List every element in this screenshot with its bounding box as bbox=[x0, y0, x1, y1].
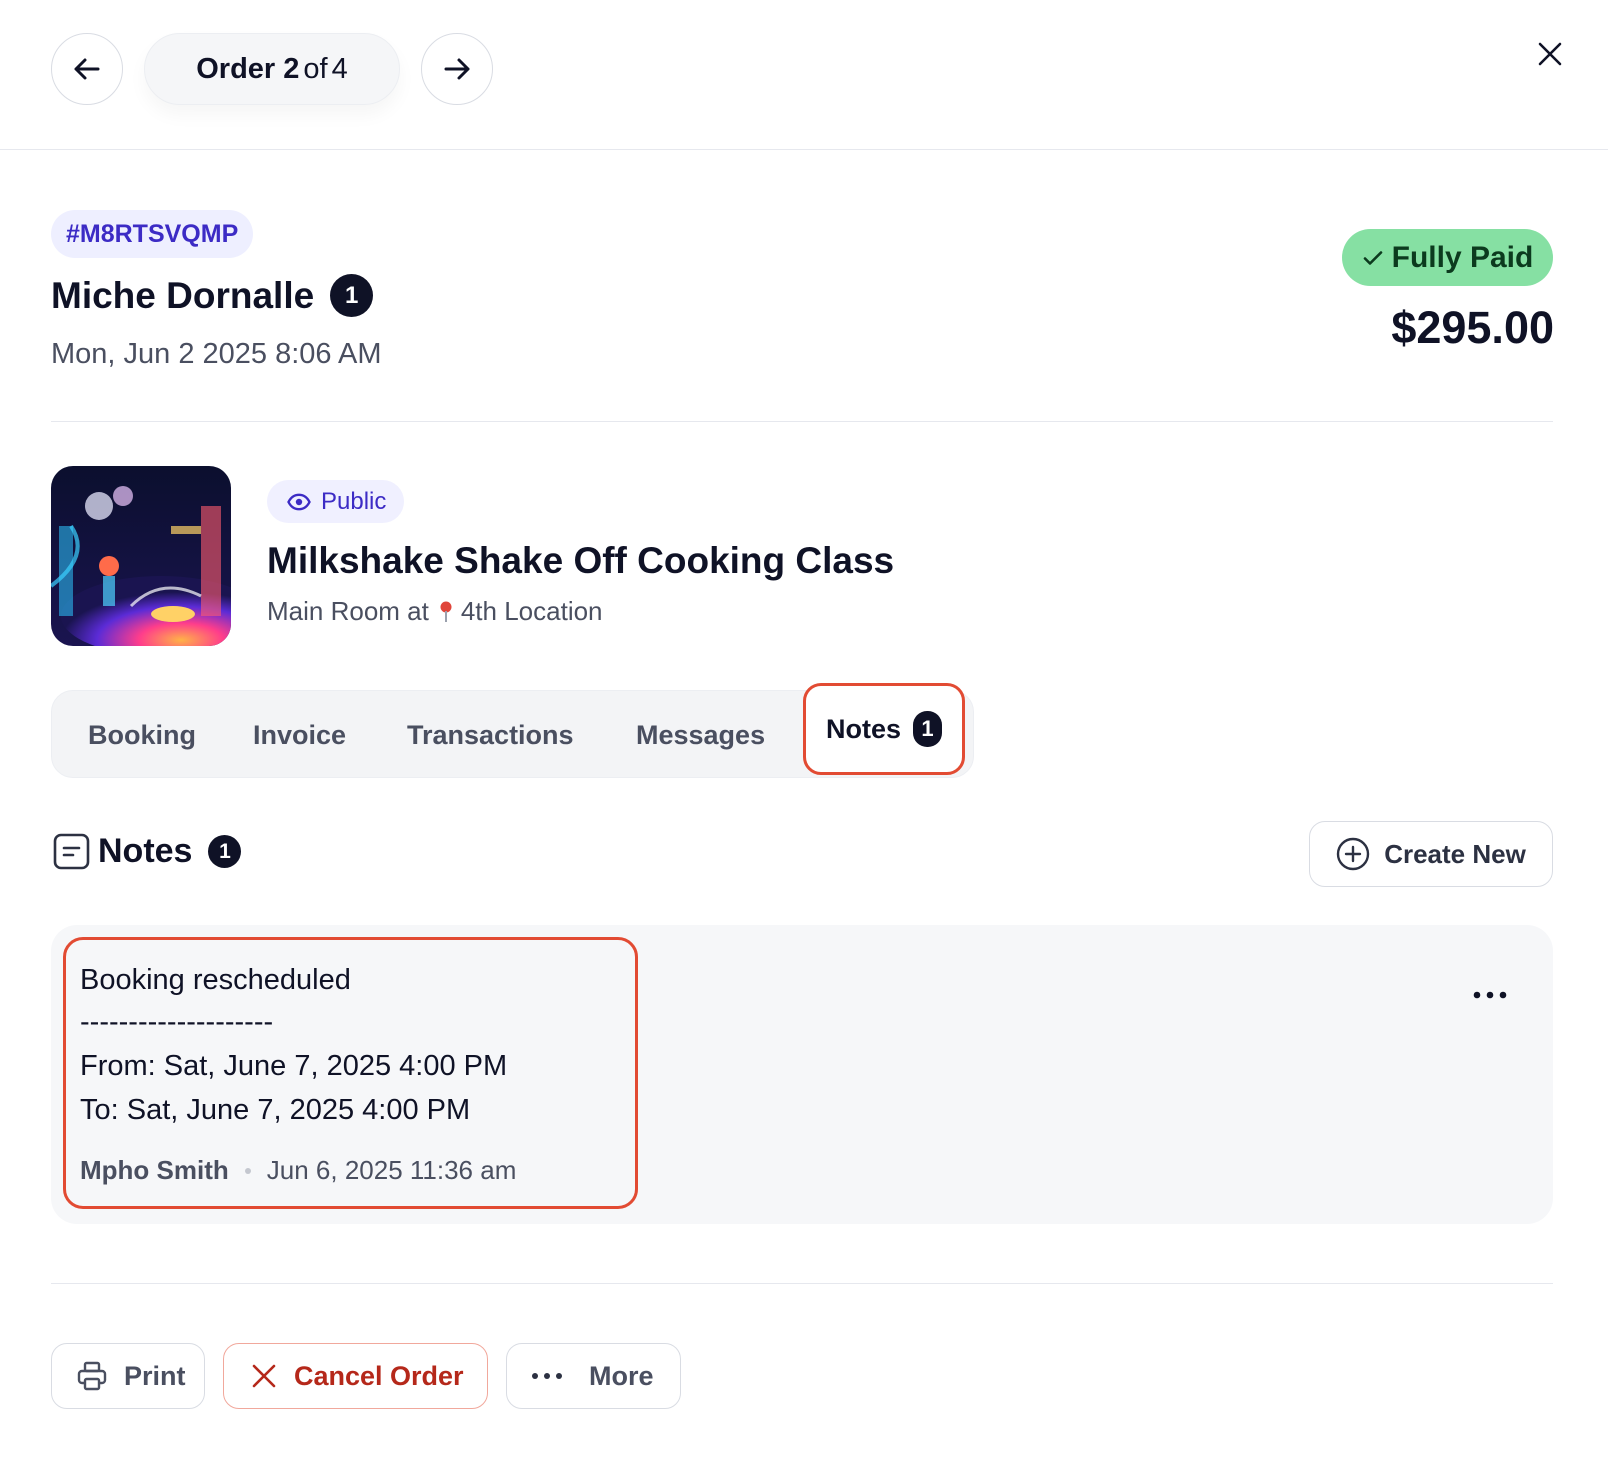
order-label: Order bbox=[196, 52, 276, 85]
map-pin-icon bbox=[440, 601, 452, 622]
arrow-right-icon bbox=[444, 58, 470, 80]
print-label: Print bbox=[124, 1360, 186, 1391]
arrow-left-icon bbox=[74, 58, 100, 80]
close-icon bbox=[1538, 42, 1562, 66]
next-order-button[interactable] bbox=[421, 33, 493, 105]
cancel-order-label: Cancel Order bbox=[294, 1360, 464, 1391]
order-total: $295.00 bbox=[1391, 302, 1554, 353]
tab-notes-badge: 1 bbox=[913, 711, 942, 747]
modal-header: Order 2 of 4 bbox=[0, 0, 1608, 150]
event-location-name: 4th Location bbox=[460, 596, 603, 626]
notes-section-header: Notes 1 bbox=[53, 832, 242, 871]
order-date: Mon, Jun 2 2025 8:06 AM bbox=[51, 338, 382, 370]
section-divider bbox=[51, 421, 1553, 422]
more-horizontal-icon bbox=[1473, 991, 1507, 999]
visibility-text: Public bbox=[321, 487, 387, 515]
note-from: From: Sat, June 7, 2025 4:00 PM bbox=[80, 1050, 508, 1082]
check-icon bbox=[1363, 250, 1382, 265]
note-author: Mpho Smith bbox=[80, 1155, 229, 1185]
payment-status-text: Fully Paid bbox=[1391, 240, 1534, 274]
event-image bbox=[51, 466, 231, 646]
order-of: of bbox=[303, 52, 328, 85]
tab-notes[interactable]: Notes 1 bbox=[803, 683, 965, 775]
note-icon bbox=[53, 833, 90, 870]
note-options-button[interactable] bbox=[1470, 980, 1510, 1010]
order-pager: Order 2 of 4 bbox=[144, 33, 400, 105]
event-title[interactable]: Milkshake Shake Off Cooking Class bbox=[267, 540, 894, 582]
event-thumbnail bbox=[51, 466, 231, 646]
tab-transactions[interactable]: Transactions bbox=[407, 691, 574, 779]
more-actions-button[interactable]: More bbox=[506, 1343, 681, 1409]
more-actions-label: More bbox=[589, 1360, 654, 1391]
notes-count-badge: 1 bbox=[208, 835, 242, 868]
previous-order-button[interactable] bbox=[51, 33, 123, 105]
x-icon bbox=[252, 1364, 276, 1388]
plus-circle-icon bbox=[1336, 837, 1370, 871]
note-meta: Mpho Smith Jun 6, 2025 11:36 am bbox=[80, 1155, 516, 1186]
cancel-order-button[interactable]: Cancel Order bbox=[223, 1343, 488, 1409]
create-note-button[interactable]: Create New bbox=[1309, 821, 1553, 887]
customer-orders-badge: 1 bbox=[330, 274, 374, 317]
more-horizontal-icon bbox=[532, 1373, 562, 1379]
tab-invoice[interactable]: Invoice bbox=[253, 691, 346, 779]
visibility-badge: Public bbox=[267, 480, 405, 523]
close-button[interactable] bbox=[1530, 34, 1570, 74]
create-note-label: Create New bbox=[1384, 838, 1526, 869]
order-current: 2 bbox=[283, 52, 300, 85]
event-location: Main Room at 4th Location bbox=[267, 596, 603, 627]
payment-status-badge: Fully Paid bbox=[1342, 229, 1553, 286]
footer-divider bbox=[51, 1283, 1553, 1284]
tab-notes-label: Notes bbox=[825, 713, 901, 744]
tab-messages[interactable]: Messages bbox=[636, 691, 765, 779]
notes-title: Notes bbox=[98, 832, 193, 870]
order-count: 4 bbox=[331, 52, 348, 85]
order-code-badge: #M8RTSVQMP bbox=[51, 210, 254, 258]
tab-booking[interactable]: Booking bbox=[88, 691, 196, 779]
note-heading: Booking rescheduled bbox=[80, 964, 351, 996]
event-room: Main Room at bbox=[267, 596, 429, 626]
meta-separator-dot bbox=[244, 1167, 251, 1174]
eye-icon bbox=[287, 493, 311, 510]
note-to: To: Sat, June 7, 2025 4:00 PM bbox=[80, 1094, 471, 1126]
print-button[interactable]: Print bbox=[51, 1343, 205, 1409]
customer-name-text: Miche Dornalle bbox=[51, 274, 315, 316]
printer-icon bbox=[77, 1361, 107, 1391]
note-separator: -------------------- bbox=[80, 1006, 274, 1038]
note-timestamp: Jun 6, 2025 11:36 am bbox=[266, 1155, 517, 1185]
customer-name[interactable]: Miche Dornalle 1 bbox=[51, 274, 374, 317]
